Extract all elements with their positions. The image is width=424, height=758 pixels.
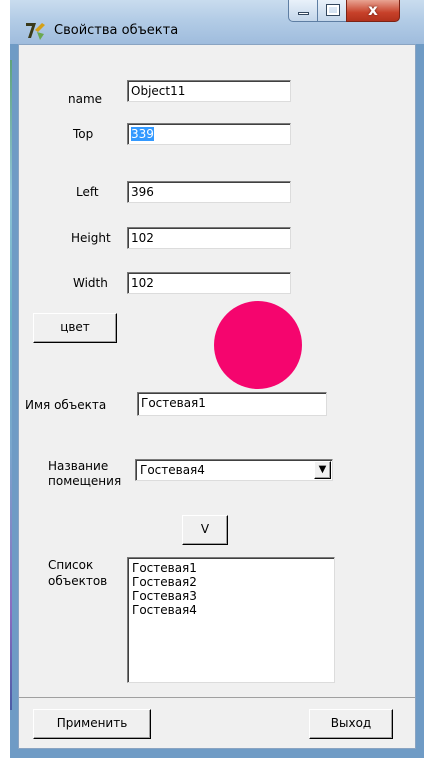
minimize-button[interactable] — [288, 0, 318, 22]
top-field-value: 339 — [131, 127, 154, 141]
top-field[interactable]: 339 — [127, 123, 291, 145]
add-to-list-button[interactable]: V — [182, 515, 228, 545]
window-edge-accent — [10, 60, 12, 710]
title-bar[interactable]: Свойства объекта x — [10, 0, 424, 44]
name-field[interactable]: Object11 — [127, 80, 291, 102]
list-item[interactable]: Гостевая2 — [132, 575, 330, 589]
exit-button[interactable]: Выход — [309, 709, 393, 739]
list-label-line2: объектов — [48, 574, 108, 588]
chevron-down-icon[interactable]: ▼ — [314, 461, 331, 479]
maximize-button[interactable] — [317, 0, 347, 22]
list-label-line1: Список — [48, 558, 94, 572]
color-button[interactable]: цвет — [33, 313, 117, 343]
apply-button[interactable]: Применить — [33, 709, 151, 739]
list-item[interactable]: Гостевая1 — [132, 561, 330, 575]
room-label-line2: помещения — [48, 474, 122, 488]
left-field[interactable]: 396 — [127, 181, 291, 203]
object-name-label: Имя объекта — [25, 398, 107, 412]
height-field[interactable]: 102 — [127, 227, 291, 249]
footer-divider — [19, 697, 415, 698]
objects-listbox[interactable]: Гостевая1 Гостевая2 Гостевая3 Гостевая4 — [127, 557, 335, 683]
object-name-field[interactable]: Гостевая1 — [137, 392, 327, 416]
dialog-client-area: name Object11 Top 339 Left 396 Height 10… — [18, 44, 416, 749]
maximize-icon — [327, 5, 339, 15]
room-label-line1: Название — [48, 459, 109, 473]
close-icon: x — [368, 1, 378, 19]
window-title: Свойства объекта — [54, 23, 179, 38]
object-color-preview — [214, 301, 302, 389]
app-logo-icon — [26, 23, 45, 40]
top-label: Top — [73, 127, 94, 141]
height-label: Height — [71, 231, 111, 245]
room-dropdown-value: Гостевая4 — [140, 463, 205, 477]
list-item[interactable]: Гостевая3 — [132, 589, 330, 603]
minimize-icon — [298, 12, 309, 15]
name-label: name — [68, 92, 103, 106]
dialog-window: Свойства объекта x name Object11 Top 339… — [10, 0, 424, 758]
width-field[interactable]: 102 — [127, 272, 291, 294]
left-label: Left — [76, 185, 99, 199]
room-dropdown[interactable]: Гостевая4 ▼ — [135, 459, 333, 481]
width-label: Width — [73, 276, 108, 290]
list-item[interactable]: Гостевая4 — [132, 603, 330, 617]
close-button[interactable]: x — [346, 0, 400, 22]
